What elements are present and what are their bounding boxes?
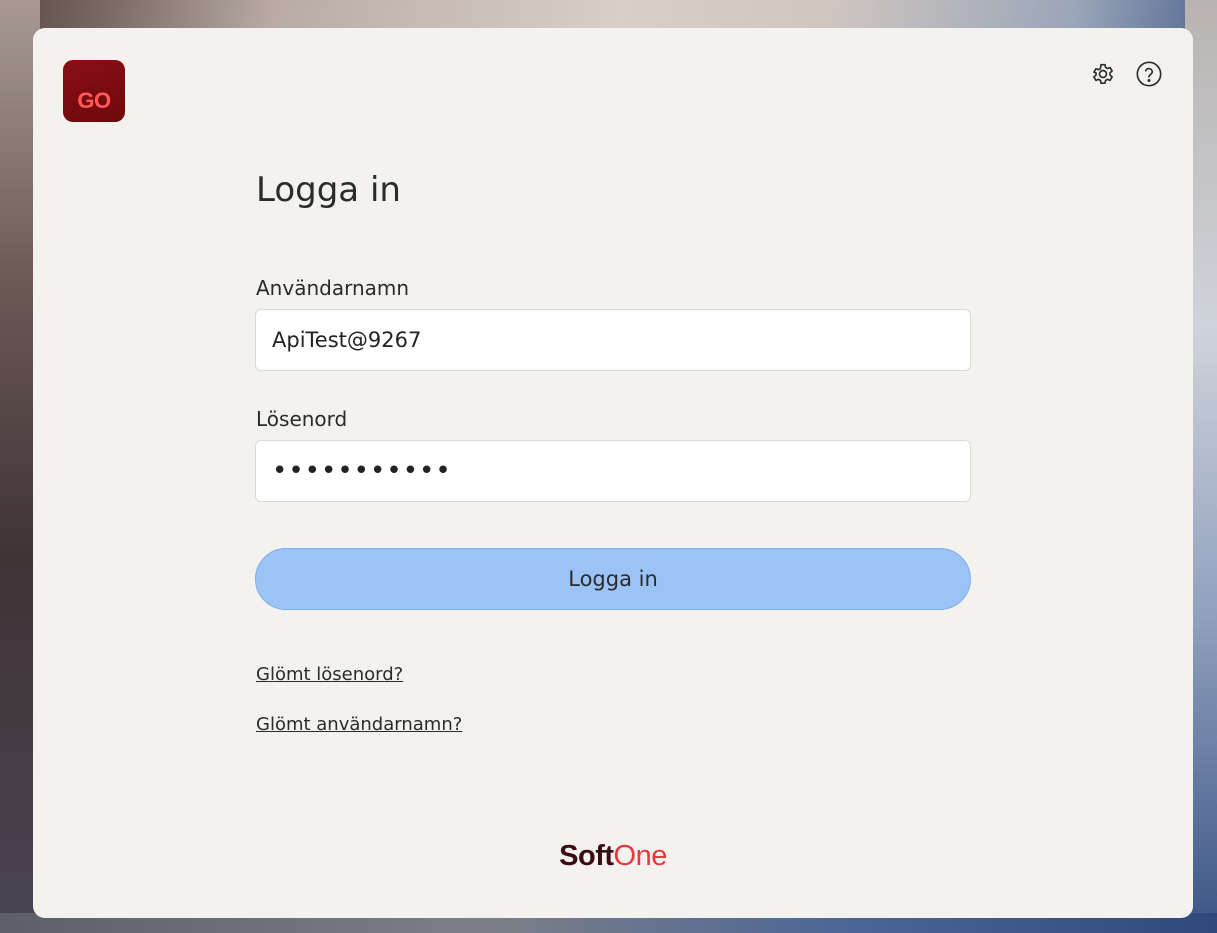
softone-brand-logo: SoftOne bbox=[33, 840, 1193, 873]
forgot-password-link[interactable]: Glömt lösenord? bbox=[256, 664, 403, 685]
username-label: Användarnamn bbox=[256, 276, 410, 300]
top-toolbar bbox=[1087, 58, 1165, 90]
password-input[interactable] bbox=[255, 440, 971, 502]
brand-one: One bbox=[613, 840, 668, 872]
gear-icon bbox=[1093, 63, 1113, 85]
login-button[interactable]: Logga in bbox=[255, 548, 971, 610]
login-card: GO Logga in Användarnamn Lösenord Logga … bbox=[33, 28, 1193, 918]
go-logo: GO bbox=[63, 60, 125, 122]
logo-text: GO bbox=[77, 88, 111, 113]
forgot-username-link[interactable]: Glömt användarnamn? bbox=[256, 714, 462, 735]
question-circle-icon bbox=[1136, 61, 1162, 87]
username-input[interactable] bbox=[255, 309, 971, 371]
brand-soft: Soft bbox=[559, 840, 614, 872]
settings-button[interactable] bbox=[1087, 58, 1119, 90]
password-label: Lösenord bbox=[256, 407, 348, 431]
help-button[interactable] bbox=[1133, 58, 1165, 90]
page-title: Logga in bbox=[256, 170, 401, 210]
